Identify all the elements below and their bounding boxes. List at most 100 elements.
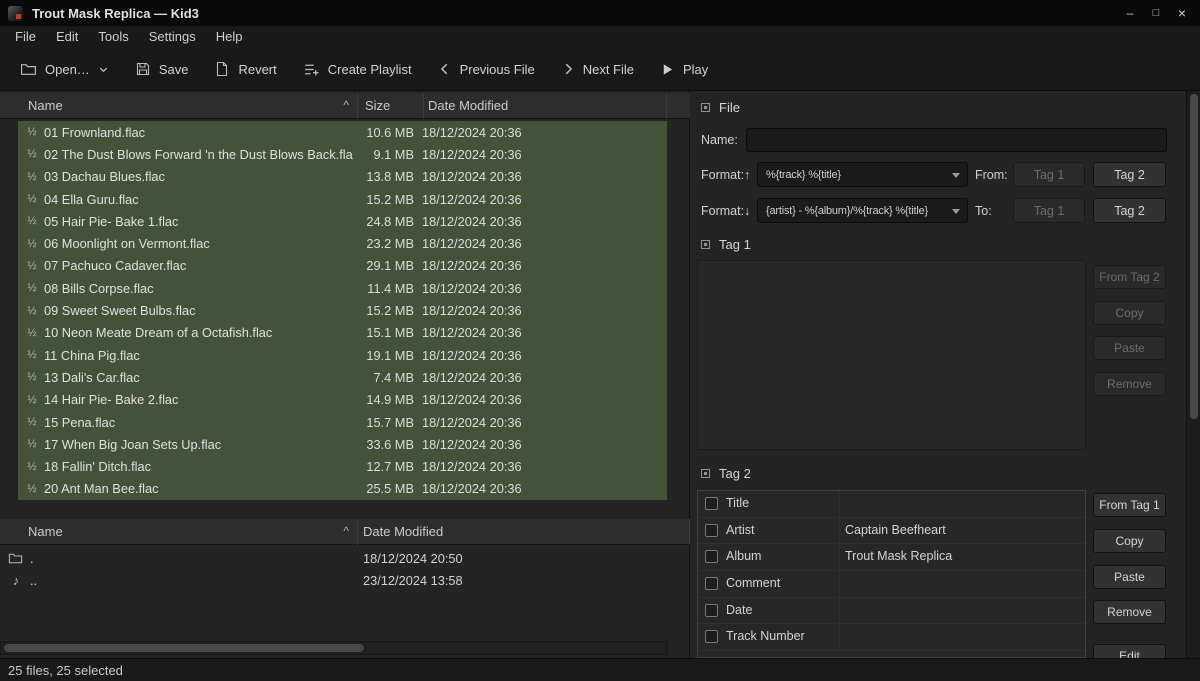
field-checkbox[interactable] — [705, 524, 718, 537]
dir-column-header-name[interactable]: Name ^ — [0, 519, 358, 545]
tag-editor-panel: File Name: Format:↑ %{track} %{title} Fr… — [691, 91, 1185, 658]
format-from-tag-value: %{track} %{title} — [766, 169, 841, 181]
document-revert-icon — [214, 61, 230, 77]
file-row[interactable]: ½ 18 Fallin' Ditch.flac 12.7 MB 18/12/20… — [18, 455, 667, 477]
tag2-field-row[interactable]: Comment — [698, 571, 1085, 598]
file-date: 18/12/2024 20:36 — [419, 415, 662, 430]
tag-v2-icon: ½ — [25, 215, 39, 227]
folder-icon — [8, 551, 24, 566]
tag2-remove-button[interactable]: Remove — [1093, 600, 1166, 624]
tag2-field-row[interactable]: Date — [698, 598, 1085, 625]
open-button-label: Open… — [45, 62, 90, 77]
file-row[interactable]: ½ 04 Ella Guru.flac 15.2 MB 18/12/2024 2… — [18, 188, 667, 210]
field-checkbox[interactable] — [705, 497, 718, 510]
button-label: Paste — [1114, 570, 1145, 584]
file-row[interactable]: ½ 06 Moonlight on Vermont.flac 23.2 MB 1… — [18, 232, 667, 254]
window-title: Trout Mask Replica — Kid3 — [32, 6, 199, 21]
format-from-tag-combobox[interactable]: %{track} %{title} — [757, 162, 968, 187]
horizontal-scrollbar-thumb[interactable] — [4, 644, 364, 652]
vertical-scrollbar[interactable] — [1186, 91, 1200, 658]
file-date: 18/12/2024 20:36 — [419, 258, 662, 273]
tag-v2-icon: ½ — [25, 305, 39, 317]
menu-edit[interactable]: Edit — [46, 26, 88, 48]
file-size: 15.7 MB — [353, 415, 419, 430]
create-playlist-button[interactable]: Create Playlist — [293, 55, 422, 84]
dir-column-header-modified[interactable]: Date Modified — [358, 519, 690, 545]
file-name: 07 Pachuco Cadaver.flac — [39, 258, 353, 273]
file-row[interactable]: ½ 20 Ant Man Bee.flac 25.5 MB 18/12/2024… — [18, 478, 667, 500]
field-checkbox[interactable] — [705, 604, 718, 617]
vertical-scrollbar-thumb[interactable] — [1190, 94, 1198, 419]
file-row[interactable]: ½ 07 Pachuco Cadaver.flac 29.1 MB 18/12/… — [18, 255, 667, 277]
column-header-size[interactable]: Size — [358, 93, 424, 119]
tag2-from-tag1-button[interactable]: From Tag 1 — [1093, 493, 1166, 517]
menu-settings[interactable]: Settings — [139, 26, 206, 48]
file-section-header[interactable]: File — [701, 100, 740, 115]
field-value[interactable]: Trout Mask Replica — [845, 549, 1081, 563]
file-row[interactable]: ½ 17 When Big Joan Sets Up.flac 33.6 MB … — [18, 433, 667, 455]
file-row[interactable]: ½ 05 Hair Pie- Bake 1.flac 24.8 MB 18/12… — [18, 210, 667, 232]
chevron-down-icon[interactable] — [98, 64, 109, 75]
dir-row-current[interactable]: . 18/12/2024 20:50 — [0, 547, 690, 569]
field-checkbox[interactable] — [705, 550, 718, 563]
button-label: From Tag 1 — [1099, 498, 1159, 512]
field-value[interactable]: Captain Beefheart — [845, 523, 1081, 537]
tag2-from-filename-button[interactable]: Tag 2 — [1093, 198, 1166, 223]
menu-tools[interactable]: Tools — [88, 26, 138, 48]
tag2-button-label: Tag 2 — [1114, 168, 1145, 182]
tag2-paste-button[interactable]: Paste — [1093, 565, 1166, 589]
field-checkbox[interactable] — [705, 630, 718, 643]
format-to-tag-combobox[interactable]: {artist} - %{album}/%{track} %{title} — [757, 198, 968, 223]
column-header-name[interactable]: Name ^ — [0, 93, 358, 119]
titlebar: Trout Mask Replica — Kid3 – □ × — [0, 0, 1200, 26]
tag1-from-filename-button[interactable]: Tag 1 — [1013, 198, 1085, 223]
file-row[interactable]: ½ 09 Sweet Sweet Bulbs.flac 15.2 MB 18/1… — [18, 299, 667, 321]
file-row[interactable]: ½ 08 Bills Corpse.flac 11.4 MB 18/12/202… — [18, 277, 667, 299]
file-name: 01 Frownland.flac — [39, 125, 353, 140]
file-row[interactable]: ½ 14 Hair Pie- Bake 2.flac 14.9 MB 18/12… — [18, 389, 667, 411]
play-button[interactable]: Play — [650, 56, 718, 83]
tag2-edit-button[interactable]: Edit — [1093, 644, 1166, 658]
tag2-field-row[interactable]: Track Number — [698, 624, 1085, 651]
filename-from-tag1-button[interactable]: Tag 1 — [1013, 162, 1085, 187]
file-date: 18/12/2024 20:36 — [419, 303, 662, 318]
file-row[interactable]: ½ 02 The Dust Blows Forward 'n the Dust … — [18, 143, 667, 165]
dir-name: .. — [30, 573, 358, 588]
tag1-from-tag2-button[interactable]: From Tag 2 — [1093, 265, 1166, 289]
field-checkbox[interactable] — [705, 577, 718, 590]
horizontal-scrollbar[interactable] — [0, 641, 668, 655]
column-header-name-label: Name — [28, 98, 63, 113]
tag2-field-row[interactable]: Artist Captain Beefheart — [698, 518, 1085, 545]
tag2-section-header[interactable]: Tag 2 — [701, 466, 751, 481]
dir-row-parent[interactable]: ♪ .. 23/12/2024 13:58 — [0, 569, 690, 591]
filename-input[interactable] — [746, 128, 1167, 152]
close-button[interactable]: × — [1172, 4, 1192, 22]
file-row[interactable]: ½ 11 China Pig.flac 19.1 MB 18/12/2024 2… — [18, 344, 667, 366]
next-file-button[interactable]: Next File — [551, 56, 644, 83]
tag1-section-header[interactable]: Tag 1 — [701, 237, 751, 252]
tag2-field-row[interactable]: Album Trout Mask Replica — [698, 544, 1085, 571]
filename-from-tag2-button[interactable]: Tag 2 — [1093, 162, 1166, 187]
file-row[interactable]: ½ 13 Dali's Car.flac 7.4 MB 18/12/2024 2… — [18, 366, 667, 388]
save-button[interactable]: Save — [125, 55, 199, 83]
file-row[interactable]: ½ 01 Frownland.flac 10.6 MB 18/12/2024 2… — [18, 121, 667, 143]
tag1-copy-button[interactable]: Copy — [1093, 301, 1166, 325]
tag1-remove-button[interactable]: Remove — [1093, 372, 1166, 396]
minimize-button[interactable]: – — [1120, 4, 1140, 22]
revert-button[interactable]: Revert — [204, 55, 286, 83]
file-row[interactable]: ½ 03 Dachau Blues.flac 13.8 MB 18/12/202… — [18, 166, 667, 188]
menu-help[interactable]: Help — [206, 26, 253, 48]
tag2-copy-button[interactable]: Copy — [1093, 529, 1166, 553]
column-header-modified[interactable]: Date Modified — [424, 93, 667, 119]
file-list-panel: Name ^ Size Date Modified ½ 01 Frownland… — [0, 91, 690, 658]
previous-file-button[interactable]: Previous File — [428, 56, 545, 83]
menu-file[interactable]: File — [5, 26, 46, 48]
file-row[interactable]: ½ 15 Pena.flac 15.7 MB 18/12/2024 20:36 — [18, 411, 667, 433]
open-button[interactable]: Open… — [10, 55, 119, 84]
file-date: 18/12/2024 20:36 — [419, 236, 662, 251]
file-row[interactable]: ½ 10 Neon Meate Dream of a Octafish.flac… — [18, 322, 667, 344]
maximize-button[interactable]: □ — [1146, 4, 1166, 22]
tag2-field-row[interactable]: Title — [698, 491, 1085, 518]
tag1-paste-button[interactable]: Paste — [1093, 336, 1166, 360]
tag-v2-icon: ½ — [25, 148, 39, 160]
